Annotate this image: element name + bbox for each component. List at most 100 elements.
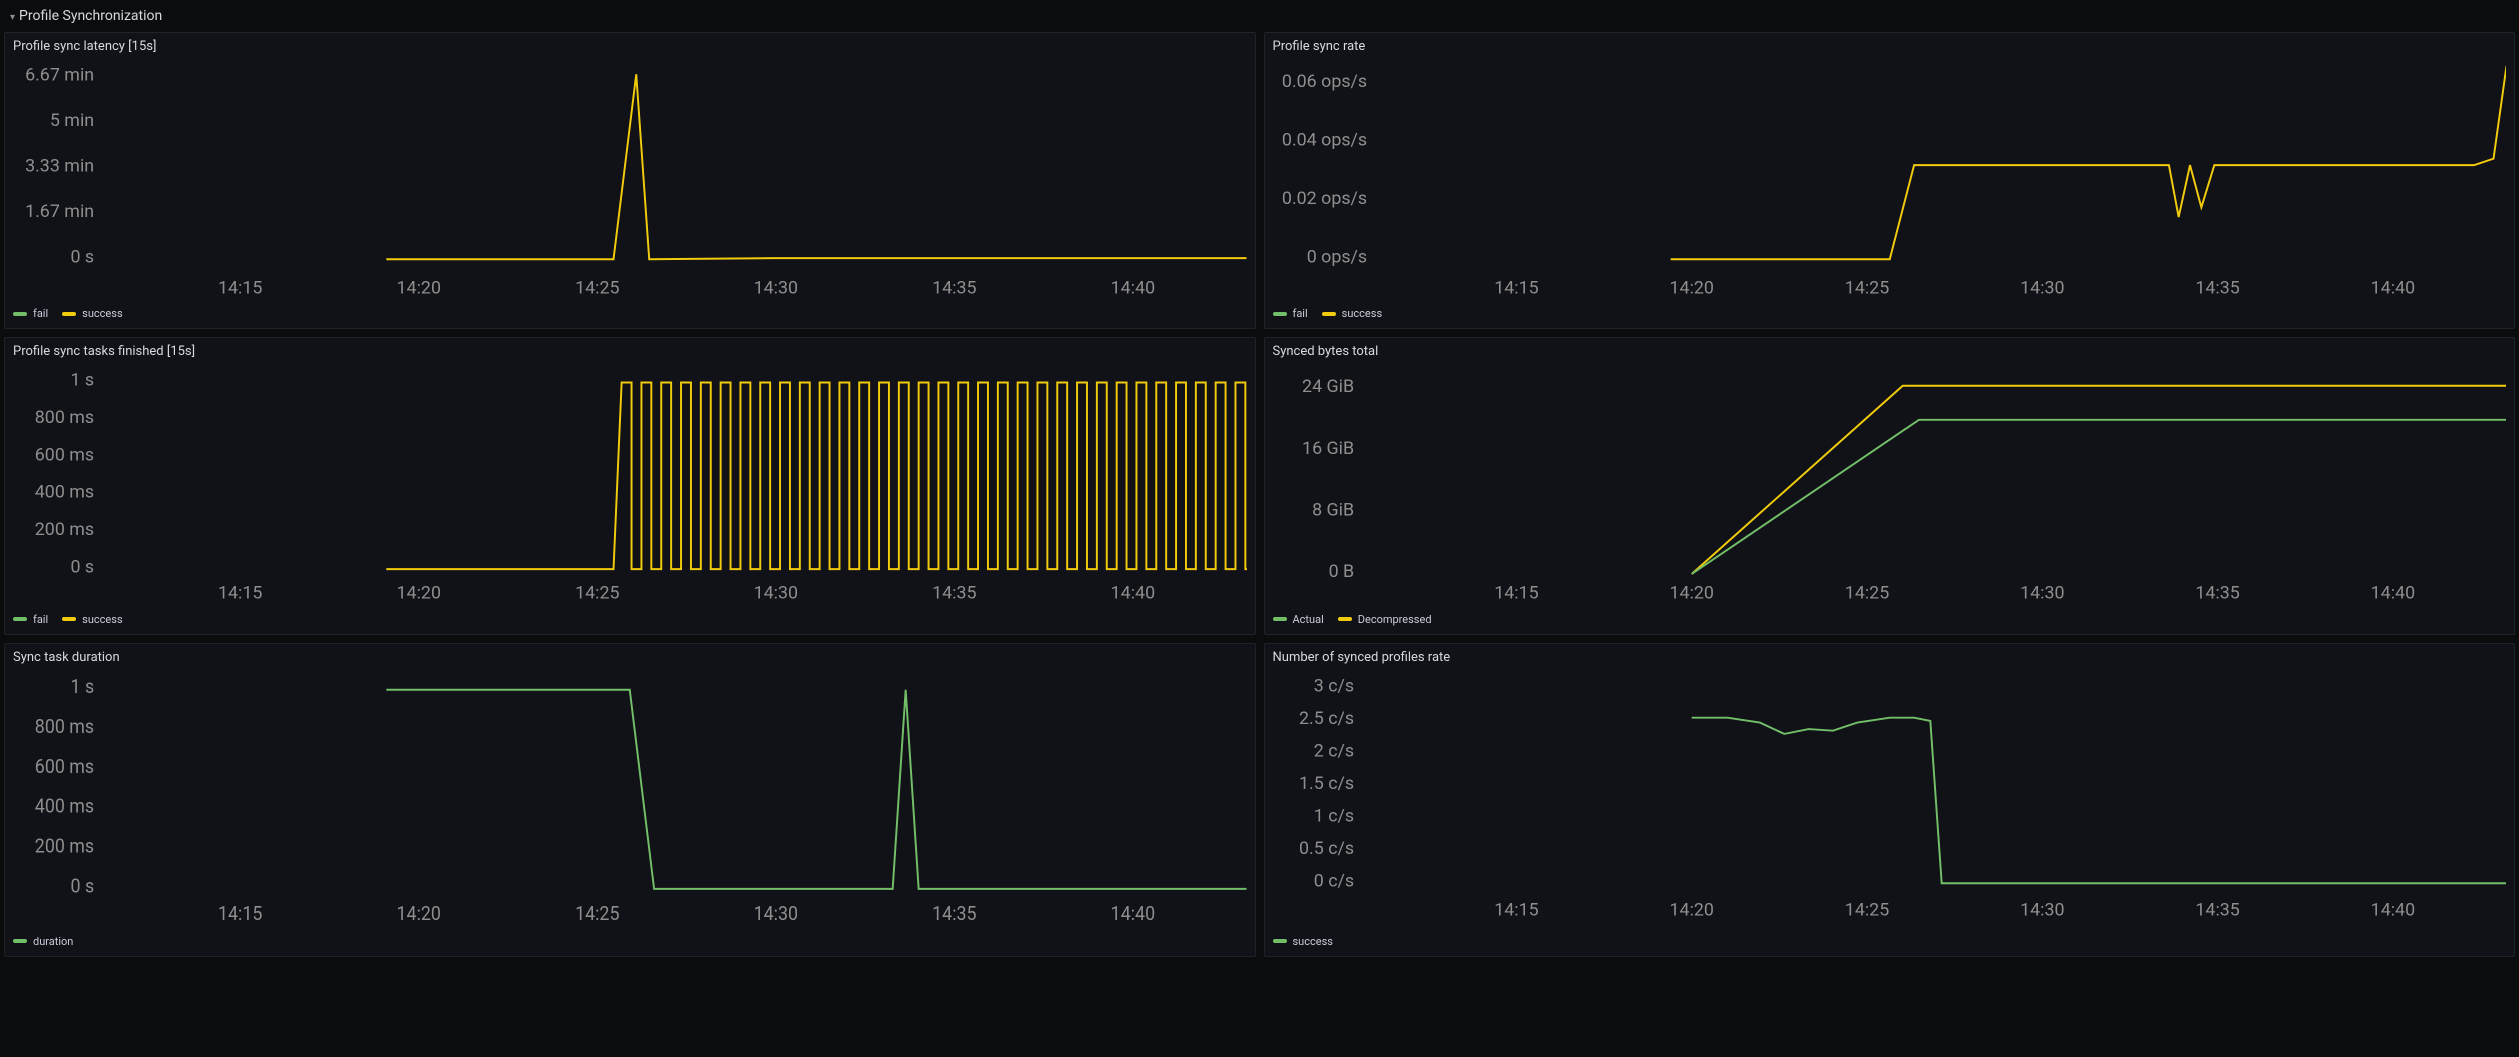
chart-area: 1 s 800 ms 600 ms 400 ms 200 ms 0 s 14:1…	[13, 363, 1247, 606]
chart-area: 1 s 800 ms 600 ms 400 ms 200 ms 0 s 14:1…	[13, 669, 1247, 929]
y-tick: 5 min	[50, 110, 94, 131]
legend-swatch	[62, 312, 76, 316]
legend: Actual Decompressed	[1273, 607, 2507, 626]
x-tick: 14:20	[1669, 277, 1713, 298]
x-tick: 14:15	[1494, 900, 1538, 921]
x-tick: 14:35	[932, 277, 976, 298]
y-tick: 0.5 c/s	[1299, 838, 1354, 859]
panel-synced-profiles-rate[interactable]: Number of synced profiles rate 3 c/s 2.5…	[1264, 643, 2516, 957]
y-tick: 1 s	[70, 370, 94, 391]
x-tick: 14:30	[754, 583, 798, 604]
legend-item-success[interactable]: success	[62, 307, 122, 320]
legend-item-success[interactable]: success	[1273, 935, 1333, 948]
legend-swatch	[1273, 617, 1287, 621]
x-tick: 14:30	[2020, 900, 2064, 921]
legend-swatch	[62, 617, 76, 621]
x-tick: 14:35	[932, 583, 976, 604]
x-tick: 14:15	[218, 902, 262, 925]
y-tick: 600 ms	[35, 755, 94, 778]
legend-label: duration	[33, 935, 73, 948]
y-tick: 600 ms	[35, 445, 94, 466]
legend-item-fail[interactable]: fail	[1273, 307, 1308, 320]
chart-area: 24 GiB 16 GiB 8 GiB 0 B 14:15 14:20 14:2…	[1273, 363, 2507, 606]
x-tick: 14:35	[2195, 583, 2239, 604]
legend-label: fail	[33, 613, 48, 626]
y-tick: 24 GiB	[1302, 377, 1354, 398]
x-tick: 14:20	[1669, 583, 1713, 604]
legend-label: fail	[1293, 307, 1308, 320]
legend-swatch	[1322, 312, 1336, 316]
x-tick: 14:40	[2370, 900, 2414, 921]
panel-profile-sync-tasks[interactable]: Profile sync tasks finished [15s] 1 s 80…	[4, 337, 1256, 634]
x-tick: 14:35	[2195, 900, 2239, 921]
x-tick: 14:20	[397, 583, 441, 604]
chart-area: 0.06 ops/s 0.04 ops/s 0.02 ops/s 0 ops/s…	[1273, 58, 2507, 301]
panel-title: Profile sync latency [15s]	[13, 39, 1247, 54]
y-tick: 400 ms	[35, 795, 94, 818]
y-tick: 3 c/s	[1313, 676, 1353, 697]
panel-title: Profile sync tasks finished [15s]	[13, 344, 1247, 359]
y-tick: 1 s	[70, 676, 94, 699]
y-tick: 2 c/s	[1313, 741, 1353, 762]
x-tick: 14:30	[2020, 583, 2064, 604]
panel-grid: Profile sync latency [15s] 6.67 min 5 mi…	[4, 28, 2515, 961]
series-success	[1691, 718, 2506, 884]
legend-item-fail[interactable]: fail	[13, 613, 48, 626]
legend: duration	[13, 929, 1247, 948]
y-tick: 1.67 min	[25, 201, 94, 222]
legend-item-success[interactable]: success	[62, 613, 122, 626]
y-tick: 0 c/s	[1313, 870, 1353, 891]
y-tick: 1.5 c/s	[1299, 773, 1354, 794]
x-tick: 14:25	[575, 277, 619, 298]
panel-profile-sync-latency[interactable]: Profile sync latency [15s] 6.67 min 5 mi…	[4, 32, 1256, 329]
panel-synced-bytes[interactable]: Synced bytes total 24 GiB 16 GiB 8 GiB 0…	[1264, 337, 2516, 634]
panel-sync-task-duration[interactable]: Sync task duration 1 s 800 ms 600 ms 400…	[4, 643, 1256, 957]
legend-label: Actual	[1293, 613, 1324, 626]
y-tick: 0 s	[70, 557, 94, 578]
series-success	[386, 74, 1246, 259]
legend: fail success	[13, 607, 1247, 626]
legend: success	[1273, 929, 2507, 948]
panel-title: Synced bytes total	[1273, 344, 2507, 359]
chart-area: 3 c/s 2.5 c/s 2 c/s 1.5 c/s 1 c/s 0.5 c/…	[1273, 669, 2507, 929]
x-tick: 14:35	[2195, 277, 2239, 298]
legend-swatch	[13, 312, 27, 316]
chart-area: 6.67 min 5 min 3.33 min 1.67 min 0 s 14:…	[13, 58, 1247, 301]
y-tick: 0.06 ops/s	[1281, 71, 1366, 92]
x-tick: 14:20	[397, 277, 441, 298]
section-header[interactable]: ▾ Profile Synchronization	[4, 4, 2515, 28]
x-tick: 14:15	[1494, 277, 1538, 298]
legend-label: success	[82, 307, 122, 320]
x-tick: 14:40	[1111, 277, 1155, 298]
panel-profile-sync-rate[interactable]: Profile sync rate 0.06 ops/s 0.04 ops/s …	[1264, 32, 2516, 329]
x-tick: 14:25	[1844, 583, 1888, 604]
y-tick: 0.02 ops/s	[1281, 188, 1366, 209]
x-tick: 14:30	[754, 277, 798, 298]
x-tick: 14:15	[1494, 583, 1538, 604]
y-tick: 800 ms	[35, 715, 94, 738]
legend-item-actual[interactable]: Actual	[1273, 613, 1324, 626]
x-tick: 14:40	[2370, 583, 2414, 604]
y-tick: 3.33 min	[25, 156, 94, 177]
x-tick: 14:35	[932, 902, 976, 925]
x-tick: 14:30	[754, 902, 798, 925]
y-tick: 0.04 ops/s	[1281, 130, 1366, 151]
legend-label: fail	[33, 307, 48, 320]
x-tick: 14:25	[575, 902, 619, 925]
series-decompressed	[1691, 386, 2506, 574]
legend-item-duration[interactable]: duration	[13, 935, 73, 948]
x-tick: 14:25	[1844, 277, 1888, 298]
legend-swatch	[13, 617, 27, 621]
series-duration	[386, 690, 1246, 889]
legend-item-decompressed[interactable]: Decompressed	[1338, 613, 1432, 626]
x-tick: 14:40	[1111, 583, 1155, 604]
y-tick: 0 s	[70, 247, 94, 268]
legend-item-fail[interactable]: fail	[13, 307, 48, 320]
x-tick: 14:15	[218, 277, 262, 298]
legend-item-success[interactable]: success	[1322, 307, 1382, 320]
legend-label: success	[82, 613, 122, 626]
y-tick: 0 B	[1328, 562, 1354, 583]
y-tick: 200 ms	[35, 835, 94, 858]
y-tick: 800 ms	[35, 408, 94, 429]
y-tick: 6.67 min	[25, 65, 94, 86]
